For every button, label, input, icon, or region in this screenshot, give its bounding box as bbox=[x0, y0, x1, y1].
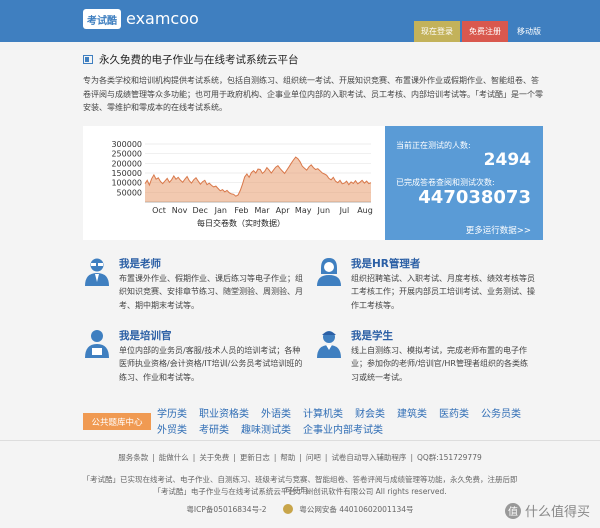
x-tick-label: Nov bbox=[172, 206, 188, 215]
category-link[interactable]: 财会类 bbox=[355, 405, 385, 420]
category-link[interactable]: 趣味测试类 bbox=[241, 421, 291, 436]
y-tick-label: 150000 bbox=[111, 169, 142, 178]
counter-box: 当前正在测试的人数: 2494 已完成答卷查阅和测试次数: 447038073 … bbox=[385, 126, 543, 240]
police-link[interactable]: 粤公网安备 44010602001134号 bbox=[299, 505, 413, 514]
footer-link[interactable]: 关于免费 bbox=[199, 453, 229, 462]
category-link[interactable]: 学历类 bbox=[157, 405, 187, 420]
x-tick-label: Dec bbox=[192, 206, 207, 215]
y-tick-label: 250000 bbox=[111, 150, 142, 159]
separator: | bbox=[324, 453, 328, 462]
separator: | bbox=[299, 453, 302, 462]
y-tick-label: 50000 bbox=[117, 188, 142, 197]
site-logo[interactable]: 考试酷 bbox=[83, 9, 121, 29]
category-link[interactable]: 建筑类 bbox=[397, 405, 427, 420]
trainer-icon bbox=[85, 330, 109, 358]
police-badge-icon bbox=[282, 504, 293, 514]
category-link[interactable]: 公务员类 bbox=[481, 405, 521, 420]
intro-paragraph: 专为各类学校和培训机构提供考试系统，包括自测练习、组织统一考试、开展知识竞赛、布… bbox=[83, 76, 543, 112]
footer-line-2: 「考试酷」电子作业与在线考试系统云平台 广州创讯软件有限公司 All right… bbox=[153, 487, 447, 496]
separator: | bbox=[192, 453, 196, 462]
footer-link[interactable]: 试卷自动导入辅助程序 bbox=[331, 453, 406, 462]
online-count-label: 当前正在测试的人数: bbox=[396, 141, 471, 150]
online-count-value: 2494 bbox=[483, 150, 531, 170]
document-icon bbox=[83, 55, 93, 64]
public-question-bank-button[interactable]: 公共题库中心 bbox=[83, 413, 151, 430]
watermark-text: 什么值得买 bbox=[524, 505, 590, 520]
category-link[interactable]: 外贸类 bbox=[157, 421, 187, 436]
footer-link[interactable]: 更新日志 bbox=[240, 453, 270, 462]
category-link[interactable]: 职业资格类 bbox=[199, 405, 249, 420]
footer-divider bbox=[0, 440, 600, 441]
separator: | bbox=[152, 453, 155, 462]
x-tick-label: Jun bbox=[317, 206, 331, 215]
teacher-icon bbox=[85, 258, 109, 286]
footer-link[interactable]: 能做什么 bbox=[159, 453, 189, 462]
role-name: 我是学生 bbox=[351, 330, 393, 342]
footer-link[interactable]: QQ群:151729779 bbox=[417, 453, 482, 462]
daily-submissions-chart: 50000 100000 150000 200000 250000 300000 Oct No… bbox=[83, 126, 385, 240]
category-link[interactable]: 企事业内部考试类 bbox=[303, 421, 383, 436]
footer-link[interactable]: 服务条款 bbox=[118, 453, 148, 462]
role-name: 我是培训官 bbox=[119, 330, 172, 342]
page-title-text: 永久免费的电子作业与在线考试系统云平台 bbox=[99, 54, 299, 66]
site-logo-text[interactable]: examcoo bbox=[126, 9, 199, 29]
separator: | bbox=[410, 453, 413, 462]
y-tick-label: 300000 bbox=[111, 140, 142, 149]
category-link[interactable]: 计算机类 bbox=[303, 405, 343, 420]
x-tick-label: Aug bbox=[357, 206, 373, 215]
role-desc: 单位内部的业务员/客服/技术人员的培训考试；各种医师执业资格/会计资格/IT培训… bbox=[119, 346, 303, 382]
student-icon bbox=[317, 331, 341, 358]
x-tick-label: May bbox=[295, 206, 312, 215]
category-link[interactable]: 医药类 bbox=[439, 405, 469, 420]
category-row-2: 外贸类 考研类 趣味测试类 企事业内部考试类 bbox=[157, 421, 383, 436]
role-name: 我是HR管理者 bbox=[351, 258, 421, 270]
role-desc: 布置课外作业、假期作业、课后练习等电子作业；组织知识竞赛、安排章节练习、随堂测验… bbox=[119, 274, 303, 310]
icp-link[interactable]: 粤ICP备05016834号-2 bbox=[186, 505, 266, 514]
x-tick-label: Mar bbox=[254, 206, 270, 215]
series-area bbox=[145, 157, 371, 202]
x-tick-label: Apr bbox=[276, 206, 291, 215]
hr-manager-icon bbox=[317, 258, 341, 286]
chart-caption: 每日交卷数（实时数据） bbox=[197, 219, 285, 228]
x-tick-label: Jul bbox=[339, 206, 350, 215]
role-name: 我是老师 bbox=[119, 258, 161, 270]
main-content: 永久免费的电子作业与在线考试系统云平台 专为各类学校和培训机构提供考试系统，包括… bbox=[0, 42, 600, 528]
top-header: 考试酷 examcoo 现在登录 免费注册 移动版 bbox=[0, 0, 600, 42]
role-desc: 组织招聘笔试、入职考试、月度考核、绩效考核等员工考核工作；开展内部员工培训考试、… bbox=[351, 274, 535, 310]
footer-links: 服务条款 | 能做什么 | 关于免费 | 更新日志 | 帮助 | 问吧 | 试卷自动导入辅助程序 | QQ群… bbox=[0, 452, 600, 463]
more-stats-link[interactable]: 更多运行数据>> bbox=[466, 224, 531, 236]
footer-link[interactable]: 帮助 bbox=[280, 453, 295, 462]
category-link[interactable]: 外语类 bbox=[261, 405, 291, 420]
page-title: 永久免费的电子作业与在线考试系统云平台 bbox=[83, 52, 299, 67]
footer-link[interactable]: 问吧 bbox=[306, 453, 321, 462]
y-tick-label: 100000 bbox=[111, 179, 142, 188]
role-desc: 线上自测练习、模拟考试，完成老师布置的电子作业；参加你的老师/培训官/HR管理者… bbox=[351, 346, 528, 382]
y-tick-label: 200000 bbox=[111, 159, 142, 168]
x-tick-label: Jan bbox=[214, 206, 227, 215]
category-link[interactable]: 考研类 bbox=[199, 421, 229, 436]
stats-panel: 50000 100000 150000 200000 250000 300000 Oct No… bbox=[83, 126, 543, 240]
watermark-logo-icon: 值 bbox=[504, 502, 521, 519]
completed-count-value: 447038073 bbox=[418, 187, 531, 208]
login-button[interactable]: 现在登录 bbox=[414, 21, 460, 42]
mobile-version-link[interactable]: 移动版 bbox=[510, 21, 548, 42]
register-button[interactable]: 免费注册 bbox=[462, 21, 508, 42]
top-nav: 现在登录 免费注册 移动版 bbox=[414, 21, 548, 42]
x-tick-label: Feb bbox=[234, 206, 248, 215]
separator: | bbox=[233, 453, 236, 462]
separator: | bbox=[273, 453, 277, 462]
category-row-1: 学历类 职业资格类 外语类 计算机类 财会类 建筑类 医药类 公务员类 bbox=[157, 405, 521, 420]
x-tick-label: Oct bbox=[152, 206, 166, 215]
watermark: 值 什么值得买 bbox=[504, 501, 590, 520]
